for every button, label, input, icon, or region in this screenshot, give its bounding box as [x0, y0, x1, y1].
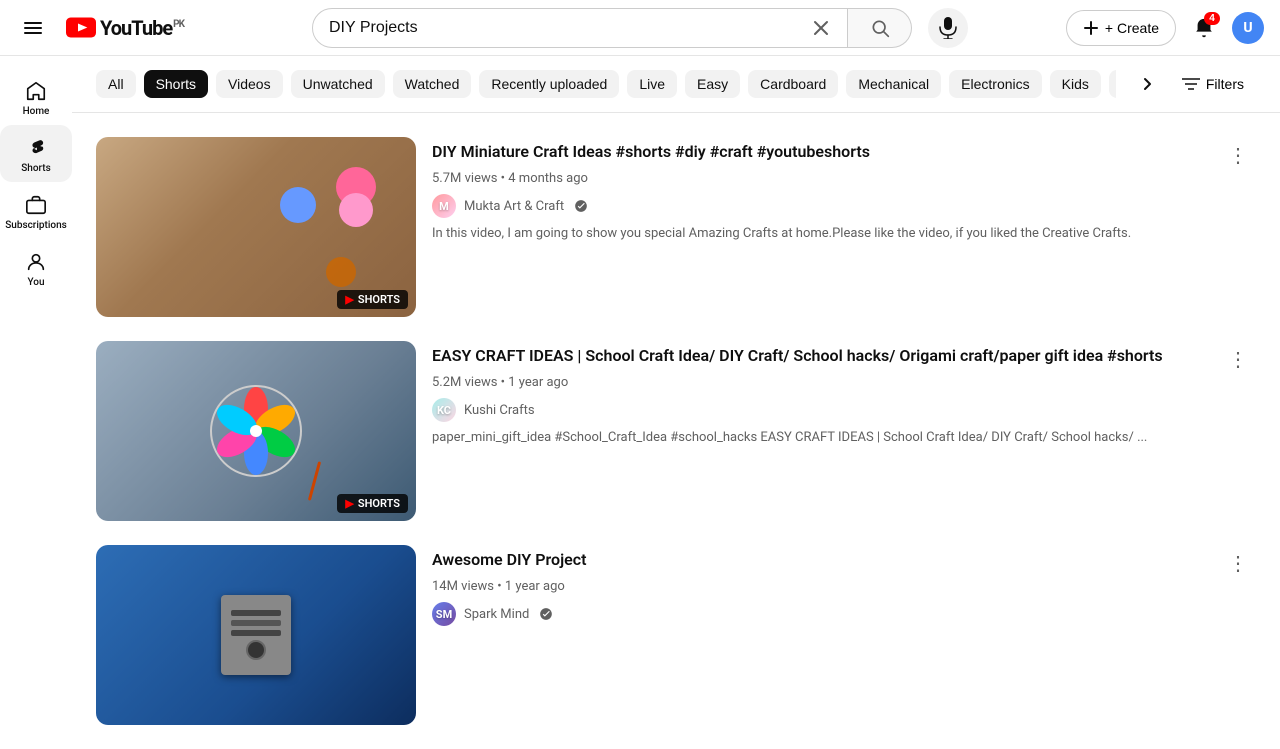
sidebar-item-shorts-label: Shorts [21, 163, 51, 174]
verified-icon [539, 607, 553, 621]
you-icon [25, 251, 47, 273]
sidebar-item-subscriptions[interactable]: Subscriptions [0, 182, 72, 239]
youtube-wordmark: YouTubePK [100, 16, 184, 40]
home-icon [25, 80, 47, 102]
shorts-badge: ▶ SHORTS [337, 494, 408, 513]
filters-button[interactable]: Filters [1170, 70, 1256, 98]
filter-chip-live[interactable]: Live [627, 70, 677, 98]
shorts-badge: ▶ SHORTS [337, 290, 408, 309]
channel-name: Mukta Art & Craft [464, 199, 564, 214]
video-channel: SM Spark Mind [432, 602, 1256, 626]
user-avatar[interactable]: U [1232, 12, 1264, 44]
search-form [312, 8, 912, 48]
search-submit-button[interactable] [848, 8, 912, 48]
video-menu-button[interactable]: ⋮ [1220, 137, 1256, 173]
filter-chip-paper[interactable]: Paper [1109, 70, 1116, 98]
search-input-wrap [312, 8, 848, 48]
filter-chip-shorts[interactable]: Shorts [144, 70, 208, 98]
notification-count-badge: 4 [1204, 12, 1220, 25]
video-info: EASY CRAFT IDEAS | School Craft Idea/ DI… [432, 341, 1256, 521]
video-item-video-2[interactable]: ▶ SHORTS EASY CRAFT IDEAS | School Craft… [72, 329, 1280, 533]
filter-chip-videos[interactable]: Videos [216, 70, 283, 98]
video-description: paper_mini_gift_idea #School_Craft_Idea … [432, 430, 1256, 445]
video-menu-button[interactable]: ⋮ [1220, 341, 1256, 377]
video-channel: M Mukta Art & Craft [432, 194, 1256, 218]
video-info: Awesome DIY Project 14M views • 1 year a… [432, 545, 1256, 725]
sidebar-item-home[interactable]: Home [0, 68, 72, 125]
filter-chip-unwatched[interactable]: Unwatched [291, 70, 385, 98]
sidebar-item-you[interactable]: You [0, 239, 72, 296]
filter-chip-mechanical[interactable]: Mechanical [846, 70, 941, 98]
sidebar-item-home-label: Home [23, 106, 50, 117]
shorts-icon [25, 137, 47, 159]
filter-chip-easy[interactable]: Easy [685, 70, 740, 98]
header-right: + Create 4 U [1064, 8, 1264, 48]
header: YouTubePK [0, 0, 1280, 56]
sidebar-item-subscriptions-label: Subscriptions [5, 220, 67, 231]
channel-avatar: M [432, 194, 456, 218]
video-title: EASY CRAFT IDEAS | School Craft Idea/ DI… [432, 345, 1256, 367]
filter-chip-recently-uploaded[interactable]: Recently uploaded [479, 70, 619, 98]
video-item-video-1[interactable]: ▶ SHORTS DIY Miniature Craft Ideas #shor… [72, 125, 1280, 329]
video-menu-button[interactable]: ⋮ [1220, 545, 1256, 581]
filter-bar: All Shorts Videos Unwatched WatchedRecently … [72, 56, 1280, 113]
filter-chip-all[interactable]: All [96, 70, 136, 98]
channel-name: Kushi Crafts [464, 403, 535, 418]
video-meta: 5.2M views • 1 year ago [432, 375, 1256, 390]
sidebar-item-shorts[interactable]: Shorts [0, 125, 72, 182]
channel-name: Spark Mind [464, 607, 529, 622]
filter-chip-cardboard[interactable]: Cardboard [748, 70, 838, 98]
main-content: All Shorts Videos Unwatched WatchedRecently … [72, 56, 1280, 749]
search-clear-button[interactable] [811, 18, 831, 38]
video-meta: 5.7M views • 4 months ago [432, 171, 1256, 186]
video-item-video-3[interactable]: Awesome DIY Project 14M views • 1 year a… [72, 533, 1280, 737]
filters-button-label: Filters [1206, 76, 1244, 92]
video-title: Awesome DIY Project [432, 549, 1256, 571]
search-input[interactable] [329, 19, 811, 37]
channel-avatar: KC [432, 398, 456, 422]
channel-avatar: SM [432, 602, 456, 626]
sidebar: Home Shorts Subscriptions You [0, 56, 72, 633]
video-title: DIY Miniature Craft Ideas #shorts #diy #… [432, 141, 1256, 163]
video-thumbnail: ▶ SHORTS [96, 341, 416, 521]
sidebar-item-you-label: You [27, 277, 44, 288]
video-channel: KC Kushi Crafts [432, 398, 1256, 422]
video-list: ▶ SHORTS DIY Miniature Craft Ideas #shor… [72, 113, 1280, 749]
video-description: In this video, I am going to show you sp… [432, 226, 1256, 241]
video-thumbnail: ▶ SHORTS [96, 137, 416, 317]
header-center [224, 8, 1056, 48]
video-info: DIY Miniature Craft Ideas #shorts #diy #… [432, 137, 1256, 317]
video-meta: 14M views • 1 year ago [432, 579, 1256, 594]
youtube-logo[interactable]: YouTubePK [66, 16, 184, 40]
filter-chip-watched[interactable]: Watched [393, 70, 472, 98]
header-left: YouTubePK [16, 14, 216, 42]
filter-chip-kids[interactable]: Kids [1050, 70, 1101, 98]
filter-chip-electronics[interactable]: Electronics [949, 70, 1041, 98]
subscriptions-icon [25, 194, 47, 216]
verified-icon [574, 199, 588, 213]
voice-search-button[interactable] [928, 8, 968, 48]
filter-scroll-right-button[interactable] [1132, 68, 1162, 100]
notifications-button[interactable]: 4 [1184, 8, 1224, 48]
video-thumbnail [96, 545, 416, 725]
hamburger-menu-button[interactable] [16, 14, 50, 42]
create-button[interactable]: + Create [1066, 10, 1176, 46]
